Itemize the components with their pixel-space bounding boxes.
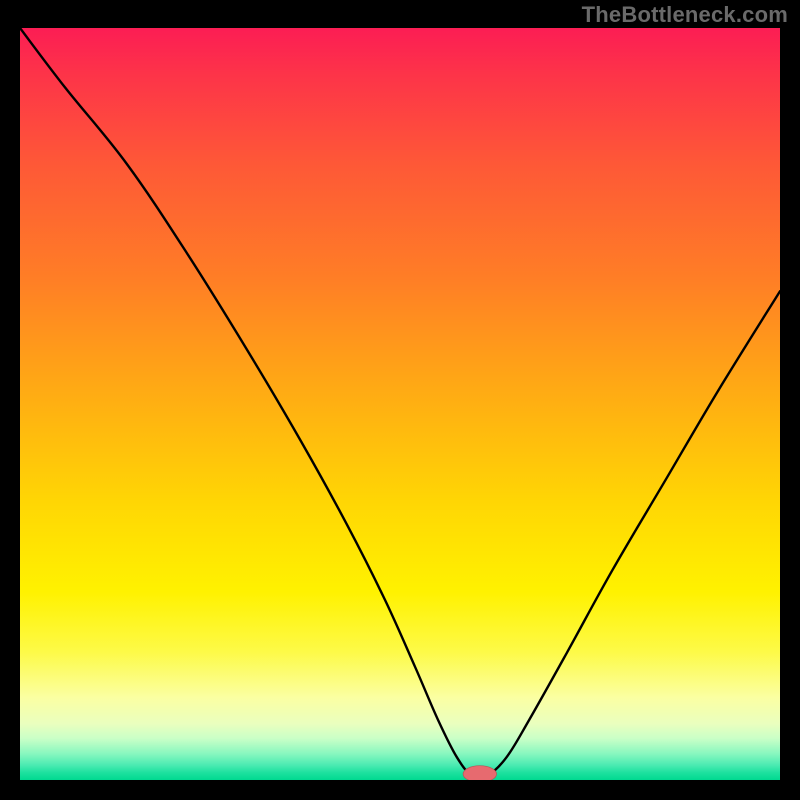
- watermark-text: TheBottleneck.com: [582, 2, 788, 28]
- optimal-marker: [463, 766, 496, 780]
- plot-outer: [20, 28, 780, 780]
- bottleneck-curve: [20, 28, 780, 778]
- curve-layer: [20, 28, 780, 780]
- chart-frame: TheBottleneck.com: [0, 0, 800, 800]
